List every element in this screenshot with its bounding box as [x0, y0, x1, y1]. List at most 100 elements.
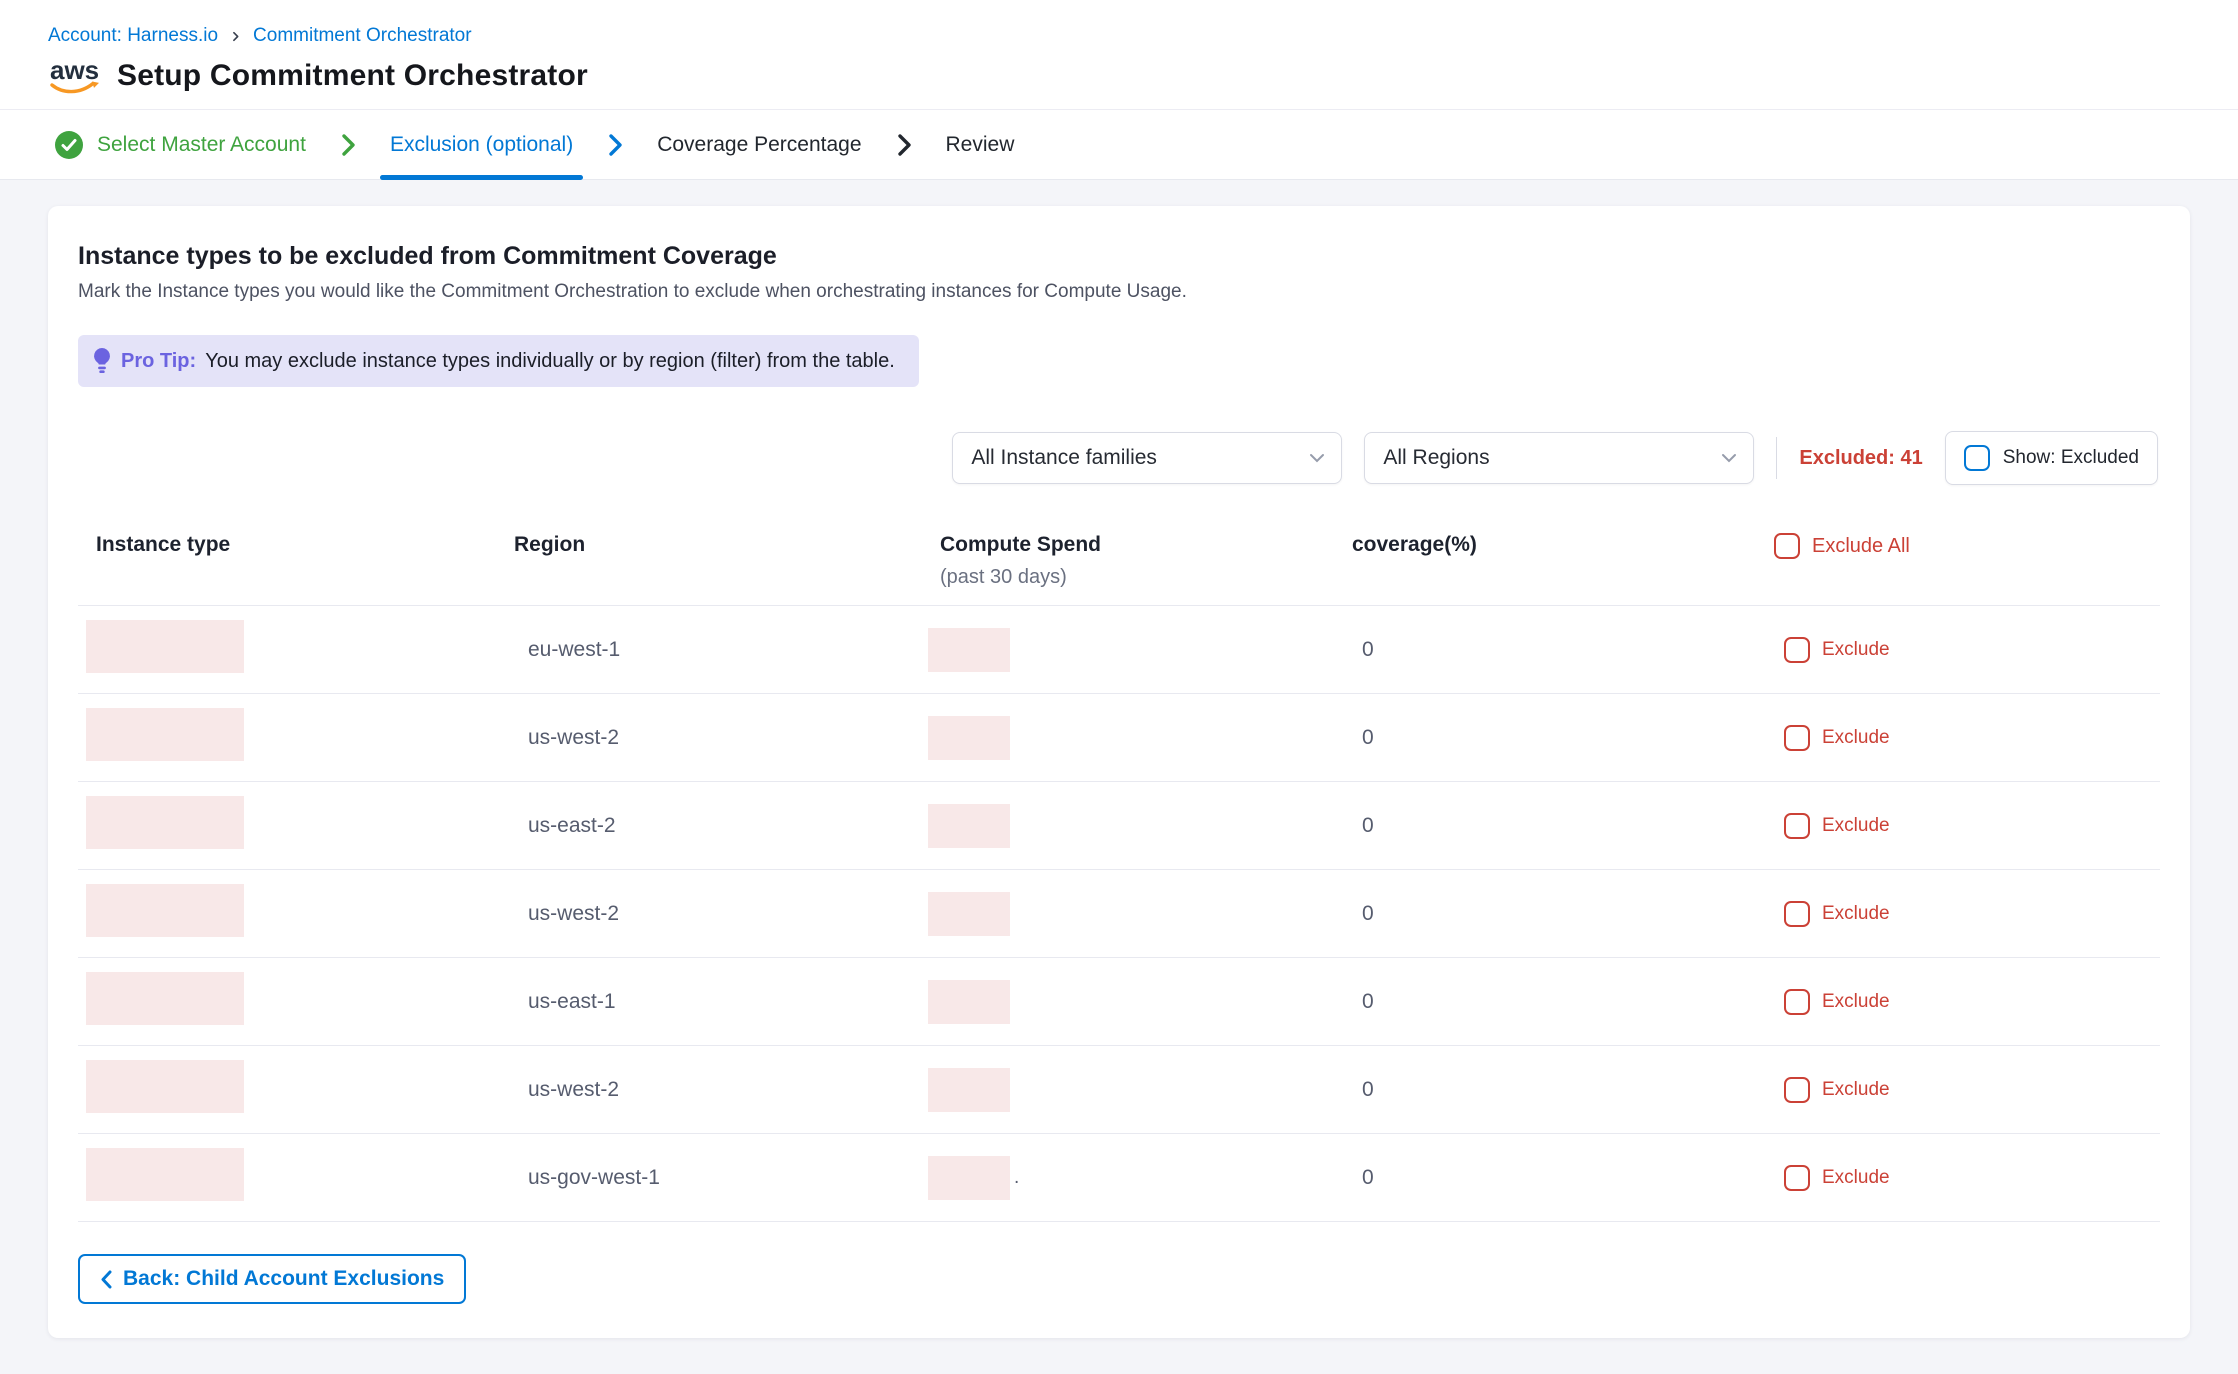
- exclude-checkbox[interactable]: [1784, 1077, 1810, 1103]
- show-excluded-toggle[interactable]: Show: Excluded: [1945, 431, 2158, 485]
- compute-spend-cell: .: [928, 1156, 1348, 1200]
- redacted-instance-type: [86, 884, 244, 937]
- lightbulb-icon: [92, 347, 112, 375]
- instance-type-cell: [78, 620, 508, 679]
- step-select-master-account[interactable]: Select Master Account: [48, 110, 312, 179]
- chevron-right-icon: [605, 131, 625, 159]
- col-coverage: coverage(%): [1348, 533, 1768, 557]
- col-compute-spend: Compute Spend (past 30 days): [928, 533, 1348, 589]
- coverage-cell: 0: [1348, 1166, 1768, 1190]
- vertical-divider: [1776, 437, 1777, 479]
- exclusion-table: Instance type Region Compute Spend (past…: [78, 529, 2160, 1222]
- redacted-compute-spend: [928, 628, 1010, 672]
- chevron-right-icon: [894, 131, 914, 159]
- exclude-all-checkbox[interactable]: [1774, 533, 1800, 559]
- exclude-checkbox[interactable]: [1784, 725, 1810, 751]
- exclude-label: Exclude: [1822, 639, 1890, 661]
- region-cell: us-east-1: [508, 990, 928, 1014]
- coverage-cell: 0: [1348, 1078, 1768, 1102]
- compute-spend-cell: [928, 804, 1348, 848]
- redacted-instance-type: [86, 708, 244, 761]
- exclude-label: Exclude: [1822, 991, 1890, 1013]
- instance-type-cell: [78, 884, 508, 943]
- step-label: Select Master Account: [97, 133, 306, 157]
- redacted-instance-type: [86, 796, 244, 849]
- instance-families-value: All Instance families: [971, 446, 1157, 470]
- show-excluded-label: Show: Excluded: [2003, 447, 2139, 469]
- spend-suffix: .: [1014, 1167, 1019, 1189]
- step-label: Coverage Percentage: [657, 133, 861, 157]
- redacted-compute-spend: [928, 716, 1010, 760]
- excluded-count: Excluded: 41: [1799, 447, 1922, 470]
- redacted-instance-type: [86, 972, 244, 1025]
- coverage-cell: 0: [1348, 990, 1768, 1014]
- check-circle-icon: [54, 130, 84, 160]
- col-compute-spend-subtitle: (past 30 days): [940, 566, 1348, 589]
- redacted-compute-spend: [928, 980, 1010, 1024]
- compute-spend-cell: [928, 716, 1348, 760]
- redacted-instance-type: [86, 620, 244, 673]
- instance-families-select[interactable]: All Instance families: [952, 432, 1342, 484]
- step-coverage-percentage[interactable]: Coverage Percentage: [651, 110, 867, 179]
- col-exclude-all: Exclude All: [1768, 533, 2160, 559]
- table-row: us-east-2 0 Exclude: [78, 782, 2160, 870]
- table-row: us-west-2 0 Exclude: [78, 694, 2160, 782]
- compute-spend-cell: [928, 892, 1348, 936]
- exclude-checkbox[interactable]: [1784, 901, 1810, 927]
- regions-select[interactable]: All Regions: [1364, 432, 1754, 484]
- step-label: Exclusion (optional): [390, 133, 573, 157]
- show-excluded-checkbox[interactable]: [1964, 445, 1990, 471]
- aws-logo: aws: [48, 55, 102, 97]
- instance-type-cell: [78, 796, 508, 855]
- chevron-right-icon: [338, 131, 358, 159]
- exclude-cell: Exclude: [1768, 1165, 2160, 1191]
- exclude-checkbox[interactable]: [1784, 989, 1810, 1015]
- redacted-compute-spend: [928, 804, 1010, 848]
- region-cell: us-gov-west-1: [508, 1166, 928, 1190]
- table-row: us-gov-west-1 . 0 Exclude: [78, 1134, 2160, 1222]
- step-review[interactable]: Review: [940, 110, 1021, 179]
- exclude-label: Exclude: [1822, 1167, 1890, 1189]
- coverage-cell: 0: [1348, 638, 1768, 662]
- step-exclusion[interactable]: Exclusion (optional): [384, 110, 579, 179]
- pro-tip-banner: Pro Tip: You may exclude instance types …: [78, 335, 919, 387]
- exclude-checkbox[interactable]: [1784, 813, 1810, 839]
- stepper: Select Master Account Exclusion (optiona…: [0, 110, 2238, 180]
- redacted-compute-spend: [928, 1156, 1010, 1200]
- redacted-instance-type: [86, 1060, 244, 1113]
- table-row: eu-west-1 0 Exclude: [78, 606, 2160, 694]
- region-cell: us-east-2: [508, 814, 928, 838]
- instance-type-cell: [78, 1060, 508, 1119]
- exclude-label: Exclude: [1822, 903, 1890, 925]
- back-button[interactable]: Back: Child Account Exclusions: [78, 1254, 466, 1304]
- region-cell: us-west-2: [508, 1078, 928, 1102]
- exclude-checkbox[interactable]: [1784, 637, 1810, 663]
- instance-type-cell: [78, 708, 508, 767]
- section-subheading: Mark the Instance types you would like t…: [78, 281, 2160, 303]
- coverage-cell: 0: [1348, 726, 1768, 750]
- section-heading: Instance types to be excluded from Commi…: [78, 242, 2160, 271]
- redacted-compute-spend: [928, 892, 1010, 936]
- breadcrumb-page-link[interactable]: Commitment Orchestrator: [253, 26, 472, 45]
- main-content: Instance types to be excluded from Commi…: [0, 180, 2238, 1374]
- page-header: Account: Harness.io Commitment Orchestra…: [0, 0, 2238, 110]
- step-label: Review: [946, 133, 1015, 157]
- exclude-checkbox[interactable]: [1784, 1165, 1810, 1191]
- exclude-cell: Exclude: [1768, 901, 2160, 927]
- back-button-label: Back: Child Account Exclusions: [123, 1267, 444, 1291]
- exclude-cell: Exclude: [1768, 725, 2160, 751]
- coverage-cell: 0: [1348, 814, 1768, 838]
- exclude-cell: Exclude: [1768, 989, 2160, 1015]
- breadcrumb-account-link[interactable]: Account: Harness.io: [48, 26, 218, 45]
- compute-spend-cell: [928, 628, 1348, 672]
- regions-value: All Regions: [1383, 446, 1489, 470]
- col-region: Region: [508, 533, 928, 557]
- filter-bar: All Instance families All Regions Exclud…: [78, 431, 2158, 485]
- compute-spend-cell: [928, 1068, 1348, 1112]
- title-row: aws Setup Commitment Orchestrator: [48, 55, 2190, 109]
- chevron-down-icon: [1309, 453, 1325, 463]
- chevron-left-icon: [100, 1270, 112, 1289]
- page: Account: Harness.io Commitment Orchestra…: [0, 0, 2238, 1374]
- exclusion-card: Instance types to be excluded from Commi…: [48, 206, 2190, 1338]
- col-compute-spend-title: Compute Spend: [940, 533, 1348, 557]
